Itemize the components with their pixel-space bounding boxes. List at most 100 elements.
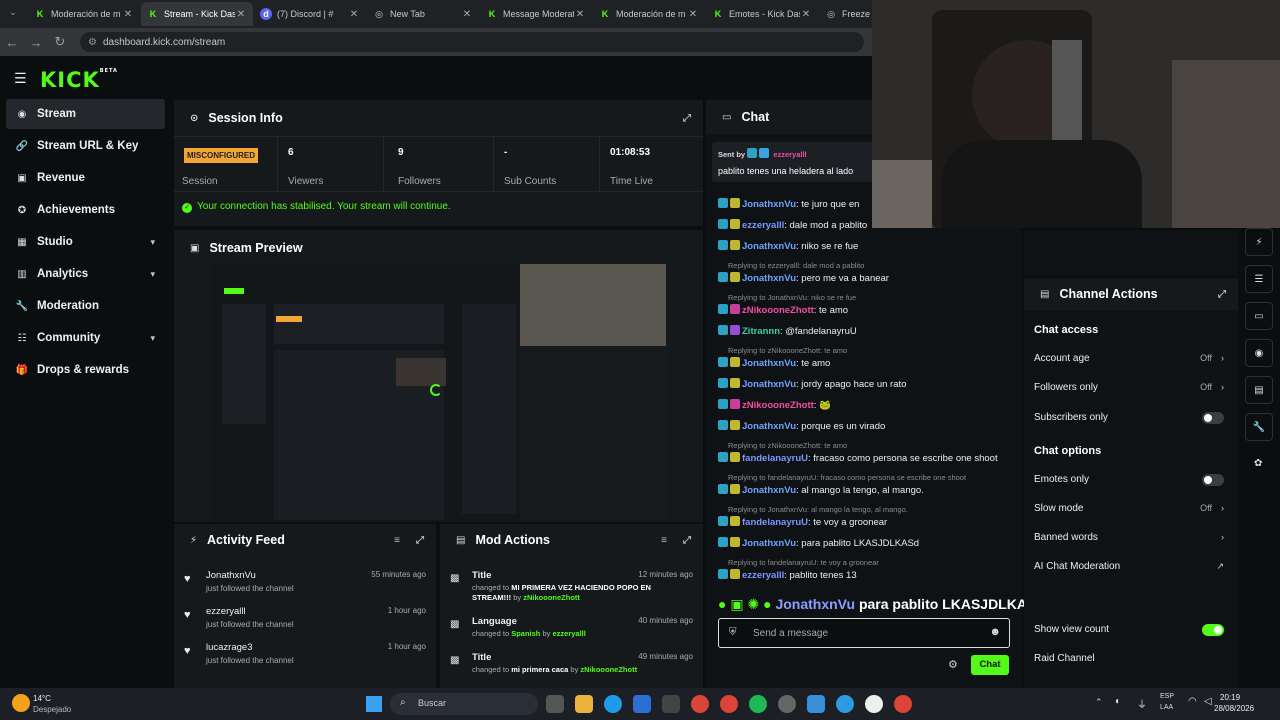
chat-username[interactable]: Zitrannn — [742, 326, 780, 337]
feed-user[interactable]: lucazrage3 — [206, 642, 252, 653]
tab-search-icon[interactable]: ⌄ — [6, 7, 20, 21]
tab-7[interactable]: K Emotes - Kick Das ✕ — [706, 2, 818, 26]
ai-chat-moderation-row[interactable]: AI Chat Moderation ↗ — [1034, 561, 1224, 572]
app-icon[interactable] — [778, 695, 796, 713]
chrome-icon[interactable] — [691, 695, 709, 713]
edge-icon[interactable] — [604, 695, 622, 713]
tab-6[interactable]: K Moderación de m ✕ — [593, 2, 705, 26]
chat-username[interactable]: JonathxnVu — [742, 199, 796, 210]
chat-username[interactable]: zNikoooneZhott — [742, 400, 814, 411]
close-icon[interactable]: ✕ — [461, 9, 473, 20]
site-info-icon[interactable]: ⚙ — [88, 37, 97, 48]
tab-3[interactable]: d (7) Discord | # ✕ — [254, 2, 366, 26]
chevron-up-icon[interactable]: ⌃ — [1095, 697, 1103, 708]
task-view-icon[interactable] — [546, 695, 564, 713]
chat-username[interactable]: JonathxnVu — [742, 241, 796, 252]
kick-logo[interactable]: KICKBETA — [40, 68, 118, 92]
sidebar-item-drops-rewards[interactable]: 🎁 Drops & rewards — [6, 355, 165, 385]
record-icon[interactable]: ◉ — [1245, 339, 1273, 367]
reload-icon[interactable]: ↻ — [48, 34, 72, 50]
tab-1[interactable]: K Moderación de m ✕ — [28, 2, 140, 26]
chrome-icon[interactable] — [720, 695, 738, 713]
sidebar-item-studio[interactable]: ▦ Studio ▾ — [6, 227, 165, 257]
chrome-icon[interactable] — [894, 695, 912, 713]
volume-icon[interactable]: ◁ — [1204, 696, 1212, 707]
mod-action-user[interactable]: zNikoooneZhott — [580, 665, 637, 674]
sidebar-item-achievements[interactable]: ✪ Achievements — [6, 195, 165, 225]
banned-words-row[interactable]: Banned words › — [1034, 532, 1224, 543]
outlook-icon[interactable] — [633, 695, 651, 713]
account-age-row[interactable]: Account age Off › — [1034, 353, 1224, 364]
file-explorer-icon[interactable] — [575, 695, 593, 713]
tab-4[interactable]: ◎ New Tab ✕ — [367, 2, 479, 26]
chat-username[interactable]: ezzeryalll — [742, 570, 784, 581]
microphone-icon[interactable]: ⏚ — [1137, 696, 1147, 711]
filter-icon[interactable]: ≡ — [394, 535, 400, 546]
chat-icon[interactable]: ▭ — [1245, 302, 1273, 330]
sidebar-item-community[interactable]: ☷ Community ▾ — [6, 323, 165, 353]
followers-only-row[interactable]: Followers only Off › — [1034, 382, 1224, 393]
filter-icon[interactable]: ≡ — [661, 535, 667, 546]
tray-icon[interactable]: ◐ — [1115, 696, 1121, 707]
list-icon[interactable]: ☰ — [1245, 265, 1273, 293]
settings-gear-icon[interactable]: ⚙ — [948, 658, 958, 671]
wifi-icon[interactable]: ◠ — [1188, 696, 1197, 707]
pinned-message[interactable]: Sent by ezzeryalll pablito tenes una hel… — [712, 142, 878, 182]
url-field[interactable]: ⚙ dashboard.kick.com/stream — [80, 32, 864, 52]
stream-preview-video[interactable] — [210, 264, 666, 522]
sidebar-item-moderation[interactable]: 🔧 Moderation — [6, 291, 165, 321]
close-icon[interactable]: ✕ — [235, 9, 247, 20]
menu-icon[interactable]: ☰ — [14, 70, 27, 87]
subscribers-only-toggle[interactable] — [1202, 412, 1224, 424]
emoji-icon[interactable]: ☻ — [989, 626, 1001, 638]
chat-username[interactable]: zNikoooneZhott — [742, 305, 814, 316]
pinned-user[interactable]: ezzeryalll — [773, 150, 806, 159]
palette-icon[interactable]: ✿ — [1254, 458, 1262, 469]
taskbar-search[interactable]: ⌕ Buscar — [390, 693, 538, 715]
bolt-icon[interactable]: ⚡ — [1245, 228, 1273, 256]
chat-input[interactable]: ⛨ Send a message ☻ — [718, 618, 1010, 648]
chat-username[interactable]: fandelanayruU — [742, 453, 808, 464]
expand-icon[interactable]: ⤢ — [1218, 289, 1226, 300]
expand-icon[interactable]: ⤢ — [683, 535, 691, 546]
expand-icon[interactable]: ⤢ — [416, 535, 424, 546]
language[interactable]: ESP — [1160, 693, 1174, 700]
tab-2[interactable]: K Stream - Kick Das ✕ — [141, 2, 253, 26]
weather-icon[interactable] — [12, 694, 30, 712]
store-icon[interactable] — [662, 695, 680, 713]
forward-icon[interactable]: → — [24, 35, 48, 50]
clipboard-icon[interactable]: ▤ — [1245, 376, 1273, 404]
app-icon[interactable] — [807, 695, 825, 713]
tab-5[interactable]: K Message Moderat ✕ — [480, 2, 592, 26]
send-chat-button[interactable]: Chat — [971, 655, 1009, 675]
emotes-only-toggle[interactable] — [1202, 474, 1224, 486]
show-view-count-toggle[interactable] — [1202, 624, 1224, 636]
app-icon[interactable] — [836, 695, 854, 713]
back-icon[interactable]: ← — [0, 35, 24, 50]
mod-action-user[interactable]: ezzeryalll — [552, 629, 585, 638]
wrench-icon[interactable]: 🔧 — [1245, 413, 1273, 441]
mod-action-user[interactable]: zNikoooneZhott — [523, 593, 580, 602]
chat-username[interactable]: ezzeryalll — [742, 220, 784, 231]
clock-time[interactable]: 20:19 — [1220, 693, 1240, 702]
close-icon[interactable]: ✕ — [687, 9, 699, 20]
sidebar-item-revenue[interactable]: ▣ Revenue — [6, 163, 165, 193]
chat-username[interactable]: JonathxnVu — [742, 379, 796, 390]
chat-username[interactable]: JonathxnVu — [742, 358, 796, 369]
tab-8[interactable]: ◎ Freeze Fr — [819, 2, 879, 26]
chat-username[interactable]: fandelanayruU — [742, 517, 808, 528]
chat-username[interactable]: JonathxnVu — [742, 273, 796, 284]
close-icon[interactable]: ✕ — [348, 9, 360, 20]
close-icon[interactable]: ✕ — [800, 9, 812, 20]
raid-channel-row[interactable]: Raid Channel — [1034, 653, 1224, 664]
close-icon[interactable]: ✕ — [122, 9, 134, 20]
feed-user[interactable]: ezzeryalll — [206, 606, 246, 617]
windows-start-icon[interactable] — [366, 696, 382, 712]
shield-icon[interactable]: ⛨ — [729, 627, 737, 638]
feed-user[interactable]: JonathxnVu — [206, 570, 256, 581]
sidebar-item-stream-url-key[interactable]: 🔗 Stream URL & Key — [6, 131, 165, 161]
spotify-icon[interactable] — [749, 695, 767, 713]
chat-username[interactable]: JonathxnVu — [742, 538, 796, 549]
expand-icon[interactable]: ⤢ — [683, 113, 691, 124]
sidebar-item-analytics[interactable]: ▥ Analytics ▾ — [6, 259, 165, 289]
